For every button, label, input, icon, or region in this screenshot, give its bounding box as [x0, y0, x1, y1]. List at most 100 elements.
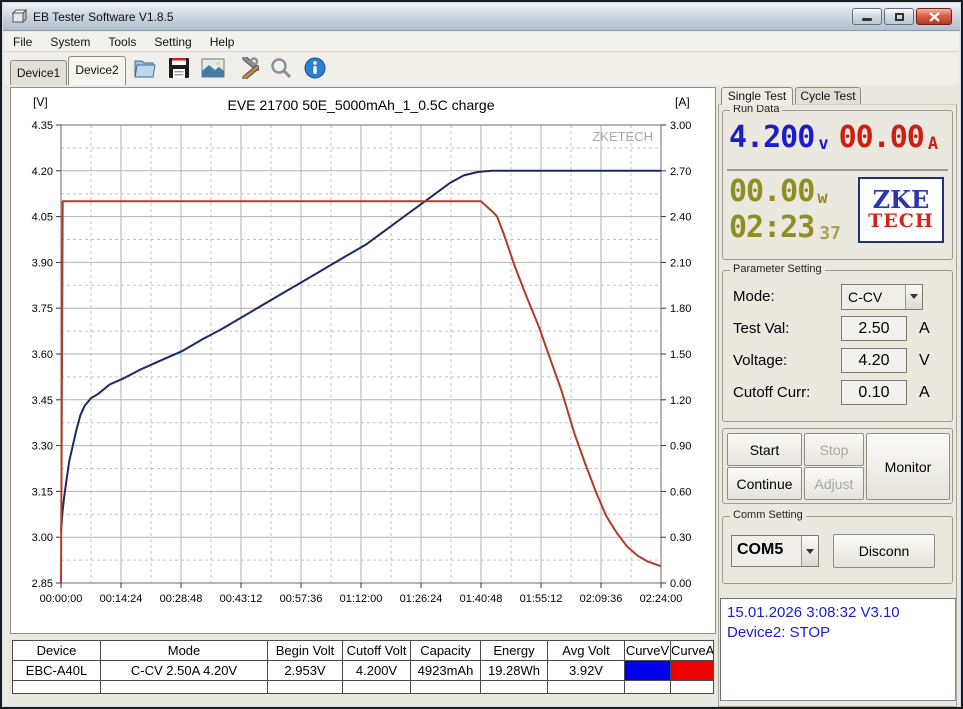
logo-line1: ZKE	[872, 185, 930, 215]
comm-setting-group: Comm Setting COM5 Disconn	[722, 509, 953, 584]
svg-text:2.70: 2.70	[670, 166, 691, 178]
menubar: File System Tools Setting Help	[4, 32, 959, 52]
svg-text:3.75: 3.75	[32, 303, 53, 315]
status-line1: 15.01.2026 3:08:32 V3.10	[727, 604, 900, 621]
export-image-icon	[201, 58, 225, 78]
col-avg-volt: Avg Volt	[548, 641, 624, 660]
svg-text:2.10: 2.10	[670, 257, 691, 269]
results-table: Device Mode Begin Volt Cutoff Volt Capac…	[12, 640, 714, 694]
time-seconds: 37	[819, 223, 841, 244]
com-port-dropdown[interactable]: COM5	[731, 535, 819, 567]
curve-a-swatch[interactable]	[671, 661, 713, 680]
table-row[interactable]: EBC-A40L	[13, 661, 100, 680]
tab-cycle-test[interactable]: Cycle Test	[795, 87, 861, 104]
svg-text:00:14:24: 00:14:24	[100, 593, 143, 605]
tab-device1[interactable]: Device1	[10, 60, 67, 85]
svg-text:4.20: 4.20	[32, 166, 53, 178]
voltage-input[interactable]: 4.20	[841, 348, 907, 373]
current-display: 00.00	[838, 120, 925, 155]
curve-v-swatch[interactable]	[625, 661, 670, 680]
cell-energy[interactable]: 19.28Wh	[481, 661, 547, 680]
zoom-button[interactable]	[268, 55, 294, 81]
voltage-unit-label: V	[919, 351, 930, 369]
current-unit: A	[927, 134, 939, 154]
export-image-button[interactable]	[200, 55, 226, 81]
continue-button[interactable]: Continue	[727, 467, 802, 500]
svg-text:0.90: 0.90	[670, 441, 691, 453]
menu-tools[interactable]: Tools	[99, 33, 145, 51]
run-data-group: Run Data 4.200 v 00.00 A 00.00 w 02:23 3…	[722, 103, 953, 260]
tab-device2[interactable]: Device2	[68, 56, 126, 85]
menu-file[interactable]: File	[4, 33, 41, 51]
open-file-icon	[134, 60, 156, 78]
toolbar: Device1 Device2	[4, 52, 959, 85]
settings-tools-button[interactable]	[234, 55, 260, 81]
voltage-label: Voltage:	[733, 352, 788, 369]
svg-text:3.15: 3.15	[32, 486, 53, 498]
svg-text:2.40: 2.40	[670, 212, 691, 224]
svg-text:01:55:12: 01:55:12	[520, 593, 563, 605]
cell-cutoff-volt[interactable]: 4.200V	[343, 661, 410, 680]
svg-text:01:26:24: 01:26:24	[400, 593, 443, 605]
stop-button[interactable]: Stop	[804, 433, 864, 466]
cell-avg-volt[interactable]: 3.92V	[548, 661, 624, 680]
col-cutoff-volt: Cutoff Volt	[343, 641, 410, 660]
cell-capacity[interactable]: 4923mAh	[411, 661, 480, 680]
open-file-button[interactable]	[132, 55, 158, 81]
about-button[interactable]	[302, 55, 328, 81]
adjust-button[interactable]: Adjust	[804, 467, 864, 500]
window-title: EB Tester Software V1.8.5	[33, 9, 174, 24]
svg-text:3.30: 3.30	[32, 441, 53, 453]
minimize-button[interactable]	[852, 8, 882, 25]
disconnect-button[interactable]: Disconn	[833, 534, 935, 568]
save-button[interactable]	[166, 55, 192, 81]
svg-text:EVE 21700 50E_5000mAh_1_0.5C c: EVE 21700 50E_5000mAh_1_0.5C charge	[228, 97, 495, 113]
zketech-logo: ZKE TECH	[858, 177, 944, 243]
save-icon	[169, 58, 189, 78]
svg-text:4.05: 4.05	[32, 212, 53, 224]
parameter-setting-label: Parameter Setting	[730, 263, 825, 275]
menu-setting[interactable]: Setting	[145, 33, 200, 51]
cell-mode[interactable]: C-CV 2.50A 4.20V	[101, 661, 267, 680]
cutoff-curr-input[interactable]: 0.10	[841, 380, 907, 405]
svg-text:2.85: 2.85	[32, 578, 53, 590]
menu-help[interactable]: Help	[201, 33, 244, 51]
menu-system[interactable]: System	[41, 33, 99, 51]
test-val-input[interactable]: 2.50	[841, 316, 907, 341]
mode-dropdown[interactable]: C-CV	[841, 283, 923, 310]
close-icon	[928, 11, 940, 22]
chevron-down-icon[interactable]	[905, 284, 922, 309]
svg-text:3.00: 3.00	[32, 532, 53, 544]
cell-begin-volt[interactable]: 2.953V	[268, 661, 342, 680]
start-button[interactable]: Start	[727, 433, 802, 466]
test-val-label: Test Val:	[733, 320, 790, 337]
svg-text:0.30: 0.30	[670, 532, 691, 544]
chevron-down-icon[interactable]	[801, 536, 818, 566]
svg-text:3.00: 3.00	[670, 120, 691, 132]
svg-text:1.50: 1.50	[670, 349, 691, 361]
close-button[interactable]	[916, 8, 952, 25]
app-window: EB Tester Software V1.8.5 File System To…	[0, 0, 963, 709]
run-data-separator	[727, 169, 948, 171]
svg-text:02:24:00: 02:24:00	[640, 593, 683, 605]
tools-icon	[242, 57, 259, 79]
tab-single-test[interactable]: Single Test	[721, 87, 793, 105]
mode-label: Mode:	[733, 288, 775, 305]
maximize-button[interactable]	[884, 8, 914, 25]
svg-text:00:00:00: 00:00:00	[40, 593, 83, 605]
monitor-button[interactable]: Monitor	[866, 433, 950, 500]
col-begin-volt: Begin Volt	[268, 641, 342, 660]
svg-text:4.35: 4.35	[32, 120, 53, 132]
status-line2: Device2: STOP	[727, 624, 831, 642]
chart-panel: 4.35 4.20 4.05 3.90 3.75 3.60 3.45 3.30 3.15 3.00…	[10, 87, 716, 634]
logo-line2: TECH	[868, 210, 934, 233]
time-display: 02:23	[729, 210, 815, 245]
zoom-icon	[271, 58, 292, 79]
svg-text:0.60: 0.60	[670, 486, 691, 498]
right-panel: Single Test Cycle Test Run Data 4.200 v …	[718, 87, 959, 707]
svg-text:[V]: [V]	[33, 95, 48, 109]
svg-text:1.80: 1.80	[670, 303, 691, 315]
col-energy: Energy	[481, 641, 547, 660]
svg-text:[A]: [A]	[675, 95, 690, 109]
svg-text:01:40:48: 01:40:48	[460, 593, 503, 605]
